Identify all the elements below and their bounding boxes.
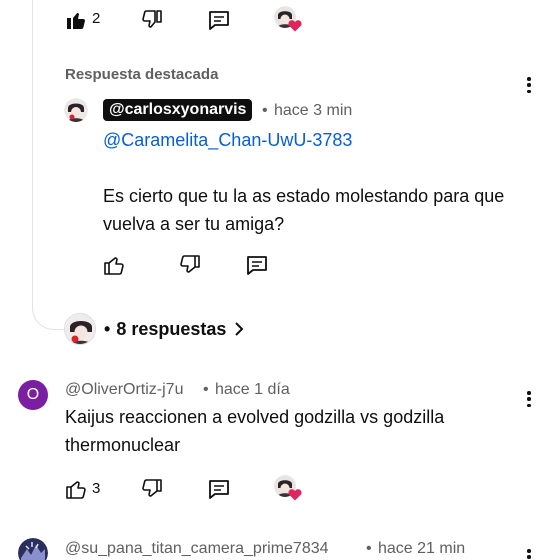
thumbs-down-icon <box>142 10 162 28</box>
more-options-button[interactable] <box>524 546 534 560</box>
avatar <box>64 313 96 345</box>
comment-text: Kaijus reaccionen a evolved godzilla vs … <box>65 407 445 455</box>
comment-icon <box>209 480 229 499</box>
like-count: 2 <box>92 10 101 27</box>
comment-author-handle[interactable]: @OliverOrtiz-j7u <box>65 381 183 399</box>
thread-connector <box>32 0 66 330</box>
comment-icon <box>209 11 229 30</box>
bullet: • <box>104 318 111 339</box>
dislike-button[interactable] <box>178 253 202 277</box>
heart-icon <box>288 20 302 32</box>
like-button[interactable] <box>64 8 88 32</box>
meta-separator: • <box>262 102 268 119</box>
comment-timestamp[interactable]: hace 1 día <box>215 381 290 399</box>
dislike-button[interactable] <box>140 8 164 32</box>
thumbs-up-filled-icon <box>67 13 85 29</box>
avatar[interactable] <box>18 538 48 560</box>
like-button[interactable] <box>102 253 126 277</box>
reply-button[interactable] <box>207 477 231 501</box>
mention-link[interactable]: @Caramelita_Chan-UwU-3783 <box>103 126 352 154</box>
chevron-right-icon <box>235 322 244 336</box>
comment-author-handle[interactable]: @carlosxyonarvis <box>103 99 253 121</box>
thumbs-up-icon <box>66 481 86 499</box>
thumbs-down-icon <box>180 255 200 273</box>
more-options-button[interactable] <box>524 388 534 410</box>
avatar-letter: O <box>26 386 40 403</box>
view-replies-button[interactable]: • 8 respuestas <box>64 313 244 345</box>
meta-separator: • <box>203 381 209 398</box>
comment-icon <box>247 256 267 275</box>
reply-button[interactable] <box>207 8 231 32</box>
comment-timestamp[interactable]: hace 21 min <box>378 540 465 558</box>
avatar[interactable] <box>64 98 88 122</box>
creator-heart-badge <box>274 475 302 503</box>
avatar[interactable]: O <box>18 380 48 410</box>
reply-button[interactable] <box>245 253 269 277</box>
comment-author-handle[interactable]: @su_pana_titan_camera_prime7834 <box>65 540 329 558</box>
comment-text: Es cierto que tu la as estado molestando… <box>103 186 505 234</box>
thumbs-up-icon <box>104 257 124 275</box>
heart-icon <box>288 489 302 501</box>
highlighted-reply-label: Respuesta destacada <box>65 66 219 83</box>
comment-timestamp[interactable]: hace 3 min <box>274 102 352 120</box>
creator-heart-badge <box>274 6 302 34</box>
dislike-button[interactable] <box>140 477 164 501</box>
replies-count-label: 8 respuestas <box>116 318 227 339</box>
like-count: 3 <box>92 480 101 497</box>
like-button[interactable] <box>64 477 88 501</box>
thumbs-down-icon <box>142 479 162 497</box>
more-options-button[interactable] <box>524 74 534 96</box>
meta-separator: • <box>366 540 372 557</box>
